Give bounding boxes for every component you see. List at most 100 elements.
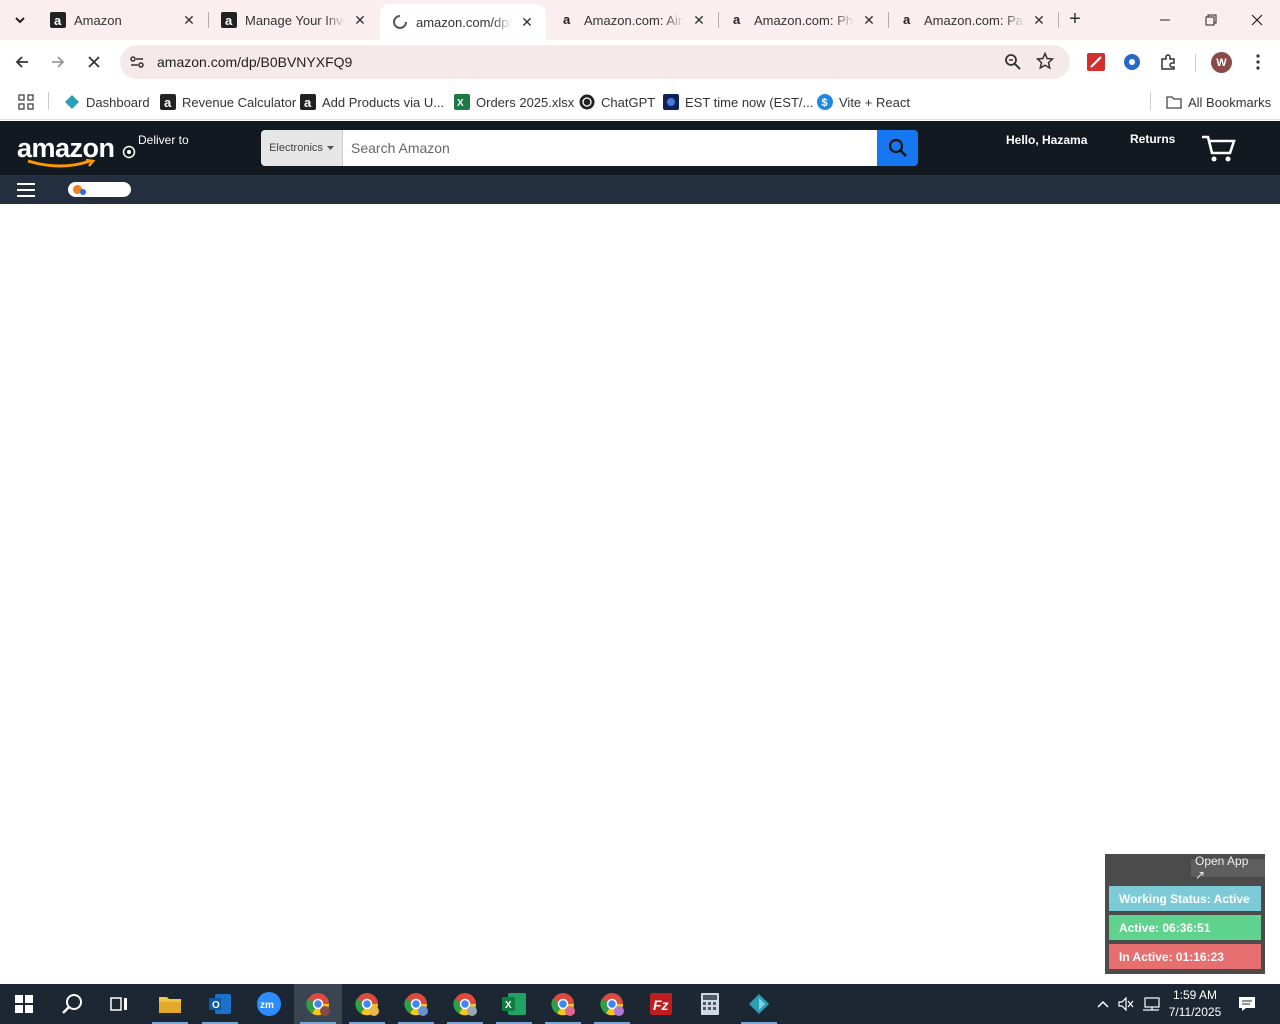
bookmark-label: Vite + React [839,94,910,110]
extensions-puzzle-icon[interactable] [1158,52,1178,72]
tray-overflow-button[interactable] [1094,984,1112,1024]
bookmark-star-icon[interactable] [1036,52,1054,70]
minimize-button[interactable] [1142,0,1188,40]
svg-text:zm: zm [260,1000,274,1011]
returns-link[interactable]: Returns [1130,132,1175,146]
tab-search-button[interactable] [7,7,33,33]
taskbar-chrome-profile-4[interactable] [441,984,489,1024]
deliver-to-label[interactable]: Deliver to [138,133,189,147]
volume-button[interactable] [1116,984,1136,1024]
taskbar-calculator[interactable] [686,984,734,1024]
taskbar-chrome-profile-5[interactable] [539,984,587,1024]
hamburger-menu-icon[interactable] [17,183,35,197]
tab-active-product[interactable]: amazon.com/dp/B0BVNYXFQ9 ✕ [380,4,546,40]
taskbar-chrome-w[interactable] [294,984,342,1024]
search-category-dropdown[interactable]: Electronics [261,130,343,166]
pdf-extension-icon[interactable] [1086,52,1106,72]
bookmark-label: Add Products via U... [322,94,445,110]
cart-icon[interactable] [1200,133,1238,163]
start-button[interactable] [0,984,48,1024]
bookmark-label: ChatGPT [601,94,656,110]
tab-manage-inventory[interactable]: a Manage Your Inventory ✕ [209,0,379,40]
bookmark-est-time[interactable]: EST time now (EST/... [663,92,813,112]
tab-title: Manage Your Inventory [245,12,345,28]
account-greeting[interactable]: Hello, Hazama [1006,133,1087,147]
taskbar-outlook[interactable]: O [196,984,244,1024]
close-window-button[interactable] [1234,0,1280,40]
stop-loading-button[interactable] [78,46,110,78]
dollar-icon: $ [817,94,833,110]
chrome-icon [404,993,428,1016]
taskbar-clock[interactable]: 1:59 AM 7/11/2025 [1160,987,1230,1021]
tab-title: Amazon.com: Parsley [924,12,1024,28]
bookmarks-divider [1150,92,1151,110]
close-icon[interactable]: ✕ [1030,11,1048,29]
chatgpt-icon [579,94,595,110]
working-status: Working Status: Active [1109,886,1261,911]
close-icon[interactable]: ✕ [690,11,708,29]
taskbar-zoom[interactable]: zm [245,984,293,1024]
diamond-icon [64,94,80,110]
tab-amazon[interactable]: a Amazon ✕ [38,0,208,40]
tab-philips[interactable]: a Amazon.com: Philips ✕ [718,0,888,40]
bookmark-revenue-calculator[interactable]: a Revenue Calculator [160,92,296,112]
close-icon[interactable]: ✕ [518,13,536,31]
taskbar-excel[interactable]: X [490,984,538,1024]
calculator-icon [701,993,719,1015]
bookmark-label: All Bookmarks [1188,94,1272,110]
all-bookmarks-button[interactable]: All Bookmarks [1166,92,1271,112]
taskbar-file-explorer[interactable] [146,984,194,1024]
zoom-icon[interactable] [1004,53,1022,71]
amazon-favicon-icon: a [560,12,576,28]
bookmark-add-products[interactable]: a Add Products via U... [300,92,444,112]
open-app-button[interactable]: Open App ↗ [1191,854,1265,882]
network-icon [1143,997,1160,1011]
zoom-app-icon: zm [257,992,281,1016]
work-status-widget: Open App ↗ Working Status: Active Active… [1105,854,1265,974]
subnav-pill[interactable] [68,182,131,197]
search-button[interactable] [877,130,918,166]
tab-parsley[interactable]: a Amazon.com: Parsley ✕ [888,0,1058,40]
taskbar-app-diamond[interactable] [735,984,783,1024]
location-pin-icon [122,145,136,159]
chevron-up-icon [1097,1000,1109,1008]
close-icon[interactable]: ✕ [351,11,369,29]
taskbar-search-button[interactable] [48,984,96,1024]
extension-globe-icon[interactable] [1122,52,1142,72]
excel-icon: X [454,94,470,110]
apps-grid-icon [18,94,34,110]
bookmark-chatgpt[interactable]: ChatGPT [579,92,655,112]
close-icon[interactable]: ✕ [860,11,878,29]
network-button[interactable] [1140,984,1162,1024]
site-info-icon[interactable] [128,53,146,71]
restore-button[interactable] [1188,0,1234,40]
amazon-favicon-icon: a [160,94,176,110]
tab-strip: a Amazon ✕ a Manage Your Inventory ✕ ama… [0,0,1280,40]
bookmark-orders-2025[interactable]: X Orders 2025.xlsx [454,92,574,112]
forward-button[interactable] [42,46,74,78]
new-tab-button[interactable]: + [1064,8,1086,30]
task-view-button[interactable] [96,984,144,1024]
bookmark-vite-react[interactable]: $ Vite + React [817,92,910,112]
apps-button[interactable] [18,92,34,112]
notifications-button[interactable] [1232,984,1262,1024]
taskbar-chrome-profile-2[interactable] [343,984,391,1024]
svg-text:a: a [304,95,312,110]
close-icon[interactable]: ✕ [180,11,198,29]
tab-airtag[interactable]: a Amazon.com: Airtag ✕ [548,0,718,40]
svg-text:a: a [903,12,911,27]
url-text: amazon.com/dp/B0BVNYXFQ9 [157,54,353,70]
taskbar-chrome-profile-3[interactable] [392,984,440,1024]
amazon-subnav [0,175,1280,204]
search-input[interactable] [343,130,877,166]
inactive-time: In Active: 01:16:23 [1109,944,1261,969]
profile-avatar[interactable]: W [1211,52,1232,73]
bookmarks-divider [48,92,49,110]
address-bar[interactable]: amazon.com/dp/B0BVNYXFQ9 [120,45,1070,79]
back-button[interactable] [6,46,38,78]
menu-kebab-icon[interactable] [1248,52,1268,72]
taskbar-chrome-profile-6[interactable] [588,984,636,1024]
bookmark-dashboard[interactable]: Dashboard [64,92,150,112]
svg-text:$: $ [822,97,828,109]
taskbar-filezilla[interactable]: Fz [637,984,685,1024]
